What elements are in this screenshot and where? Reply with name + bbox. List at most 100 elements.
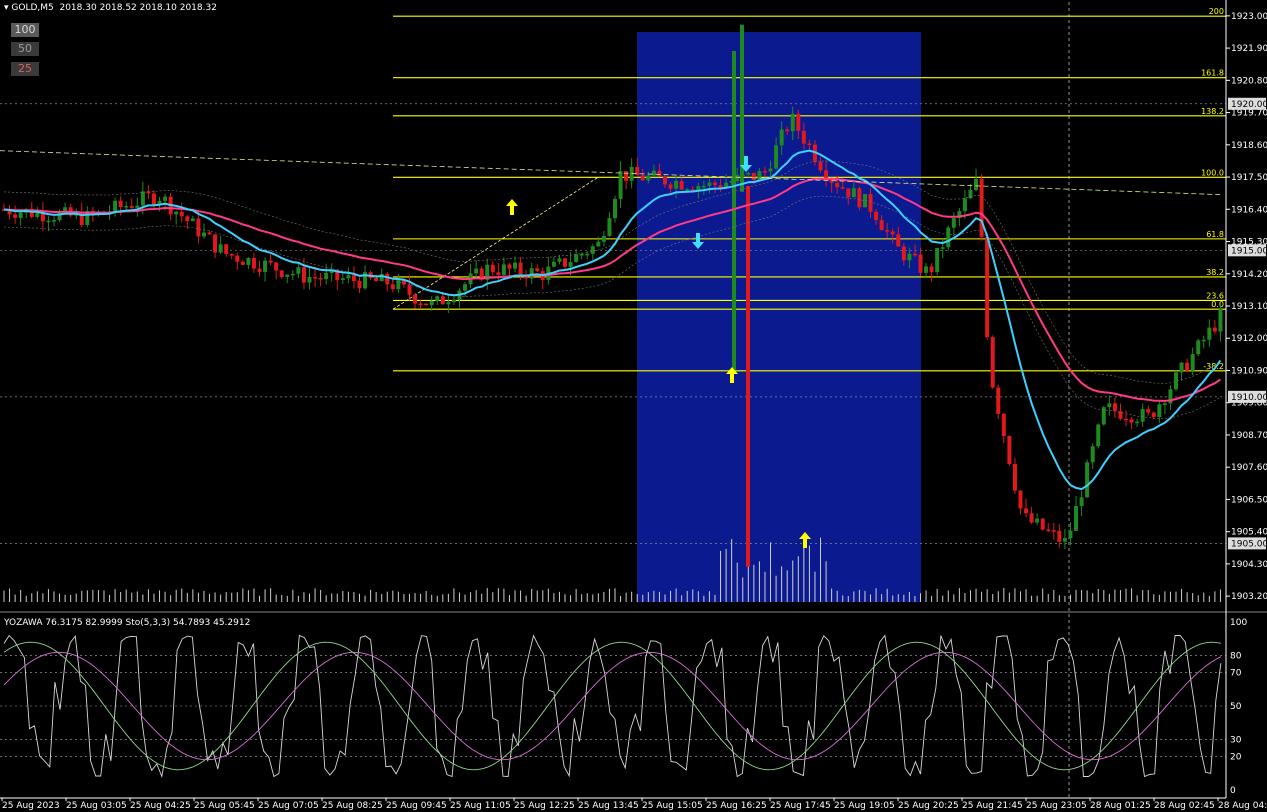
price-bar <box>501 264 506 275</box>
price-bar <box>1062 538 1067 542</box>
time-tick-label: 25 Aug 20:25 <box>898 801 959 811</box>
price-bar <box>407 284 412 295</box>
time-tick-label: 25 Aug 07:05 <box>258 801 319 811</box>
price-marker-label: 1915.00 <box>1231 246 1267 256</box>
price-marker-label: 1920.00 <box>1231 100 1267 110</box>
oscillator-tick-label: 30 <box>1230 736 1242 746</box>
price-bar <box>701 185 706 188</box>
price-bar <box>174 211 179 215</box>
price-bar <box>901 246 906 261</box>
price-bar <box>307 276 312 283</box>
price-bar <box>785 129 790 132</box>
price-bar <box>379 273 384 282</box>
price-bar <box>246 257 251 265</box>
price-bar <box>1107 403 1112 408</box>
price-bar <box>196 218 201 237</box>
trading-chart[interactable]: 200161.8138.2100.061.838.223.60.0-38.2 1… <box>0 0 1267 812</box>
price-bar <box>213 234 218 253</box>
price-bar <box>1001 413 1006 437</box>
price-bar <box>1179 362 1184 373</box>
price-bar <box>513 262 518 269</box>
price-marker-label: 1905.00 <box>1231 539 1267 549</box>
price-bar <box>885 230 890 232</box>
time-tick-label: 25 Aug 21:45 <box>962 801 1023 811</box>
price-bar <box>535 268 540 272</box>
price-bar <box>1207 327 1212 340</box>
price-marker-label: 1910.00 <box>1231 393 1267 403</box>
price-bar <box>851 188 856 198</box>
time-tick-label: 28 Aug 01:25 <box>1090 801 1151 811</box>
price-bar <box>1140 409 1145 422</box>
price-bar <box>640 175 645 181</box>
price-bar <box>1007 436 1012 465</box>
lot-100-button[interactable]: 100 <box>11 23 39 37</box>
price-bar <box>790 113 795 132</box>
price-bar <box>1151 412 1156 418</box>
price-bar <box>1157 404 1162 418</box>
price-tick-label: 1917.50 <box>1231 173 1267 183</box>
fib-level-label: 38.2 <box>1206 268 1224 277</box>
price-bar <box>651 170 656 176</box>
price-bar <box>113 200 118 213</box>
price-bar <box>1146 409 1151 413</box>
price-bar <box>774 145 779 169</box>
price-tick-label: 1910.90 <box>1231 366 1267 376</box>
price-bar <box>263 260 268 272</box>
price-bar <box>46 220 51 223</box>
price-bar <box>918 254 923 273</box>
price-bar <box>646 175 651 181</box>
price-tick-label: 1921.90 <box>1231 44 1267 54</box>
lot-50-button[interactable]: 50 <box>11 42 39 56</box>
time-tick-label: 25 Aug 16:25 <box>706 801 767 811</box>
price-bar <box>985 236 990 338</box>
price-bar <box>557 258 562 262</box>
ohlc-values: 2018.30 2018.52 2018.10 2018.32 <box>59 3 217 13</box>
price-bar <box>907 253 912 261</box>
price-bar <box>551 261 556 267</box>
price-bar <box>857 188 862 208</box>
lot-25-button[interactable]: 25 <box>11 62 39 76</box>
price-bar <box>1135 421 1140 424</box>
price-bar <box>1112 403 1117 412</box>
price-bar <box>1074 505 1079 531</box>
price-bar <box>135 205 140 208</box>
price-bar <box>301 267 306 283</box>
price-bar <box>490 264 495 273</box>
price-tick-label: 1913.10 <box>1231 302 1267 312</box>
price-bar <box>218 244 223 253</box>
time-tick-label: 25 Aug 09:45 <box>386 801 447 811</box>
price-bar <box>1068 530 1073 539</box>
price-bar <box>613 198 617 219</box>
price-bar <box>1201 339 1206 342</box>
price-bar <box>1096 424 1101 447</box>
oscillator-tick-label: 70 <box>1230 668 1242 678</box>
price-bar <box>996 387 1001 414</box>
price-bar <box>607 218 612 236</box>
price-bar <box>1124 418 1129 421</box>
price-tick-label: 1918.60 <box>1231 141 1267 151</box>
price-bar <box>1090 446 1095 463</box>
price-bar <box>801 130 806 144</box>
price-bar <box>618 171 623 199</box>
price-bar <box>151 193 156 205</box>
price-bar <box>707 182 712 186</box>
price-bar <box>624 171 629 181</box>
price-bar <box>590 246 595 254</box>
highlight-zone <box>637 32 921 602</box>
price-bar <box>185 216 190 222</box>
time-tick-label: 25 Aug 04:25 <box>130 801 191 811</box>
price-bar <box>818 161 823 171</box>
price-bar <box>440 296 445 305</box>
price-bar <box>357 281 362 289</box>
price-bar <box>201 232 206 237</box>
price-bar <box>674 180 679 189</box>
price-bar <box>946 227 951 248</box>
price-bar <box>657 170 662 177</box>
time-tick-label: 25 Aug 17:45 <box>770 801 831 811</box>
price-bar <box>585 253 590 256</box>
price-bar <box>324 273 329 280</box>
price-tick-label: 1906.50 <box>1231 495 1267 505</box>
fib-level-label: 161.8 <box>1201 69 1224 78</box>
fib-level-label: 0.0 <box>1211 300 1224 309</box>
price-bar <box>896 234 901 247</box>
